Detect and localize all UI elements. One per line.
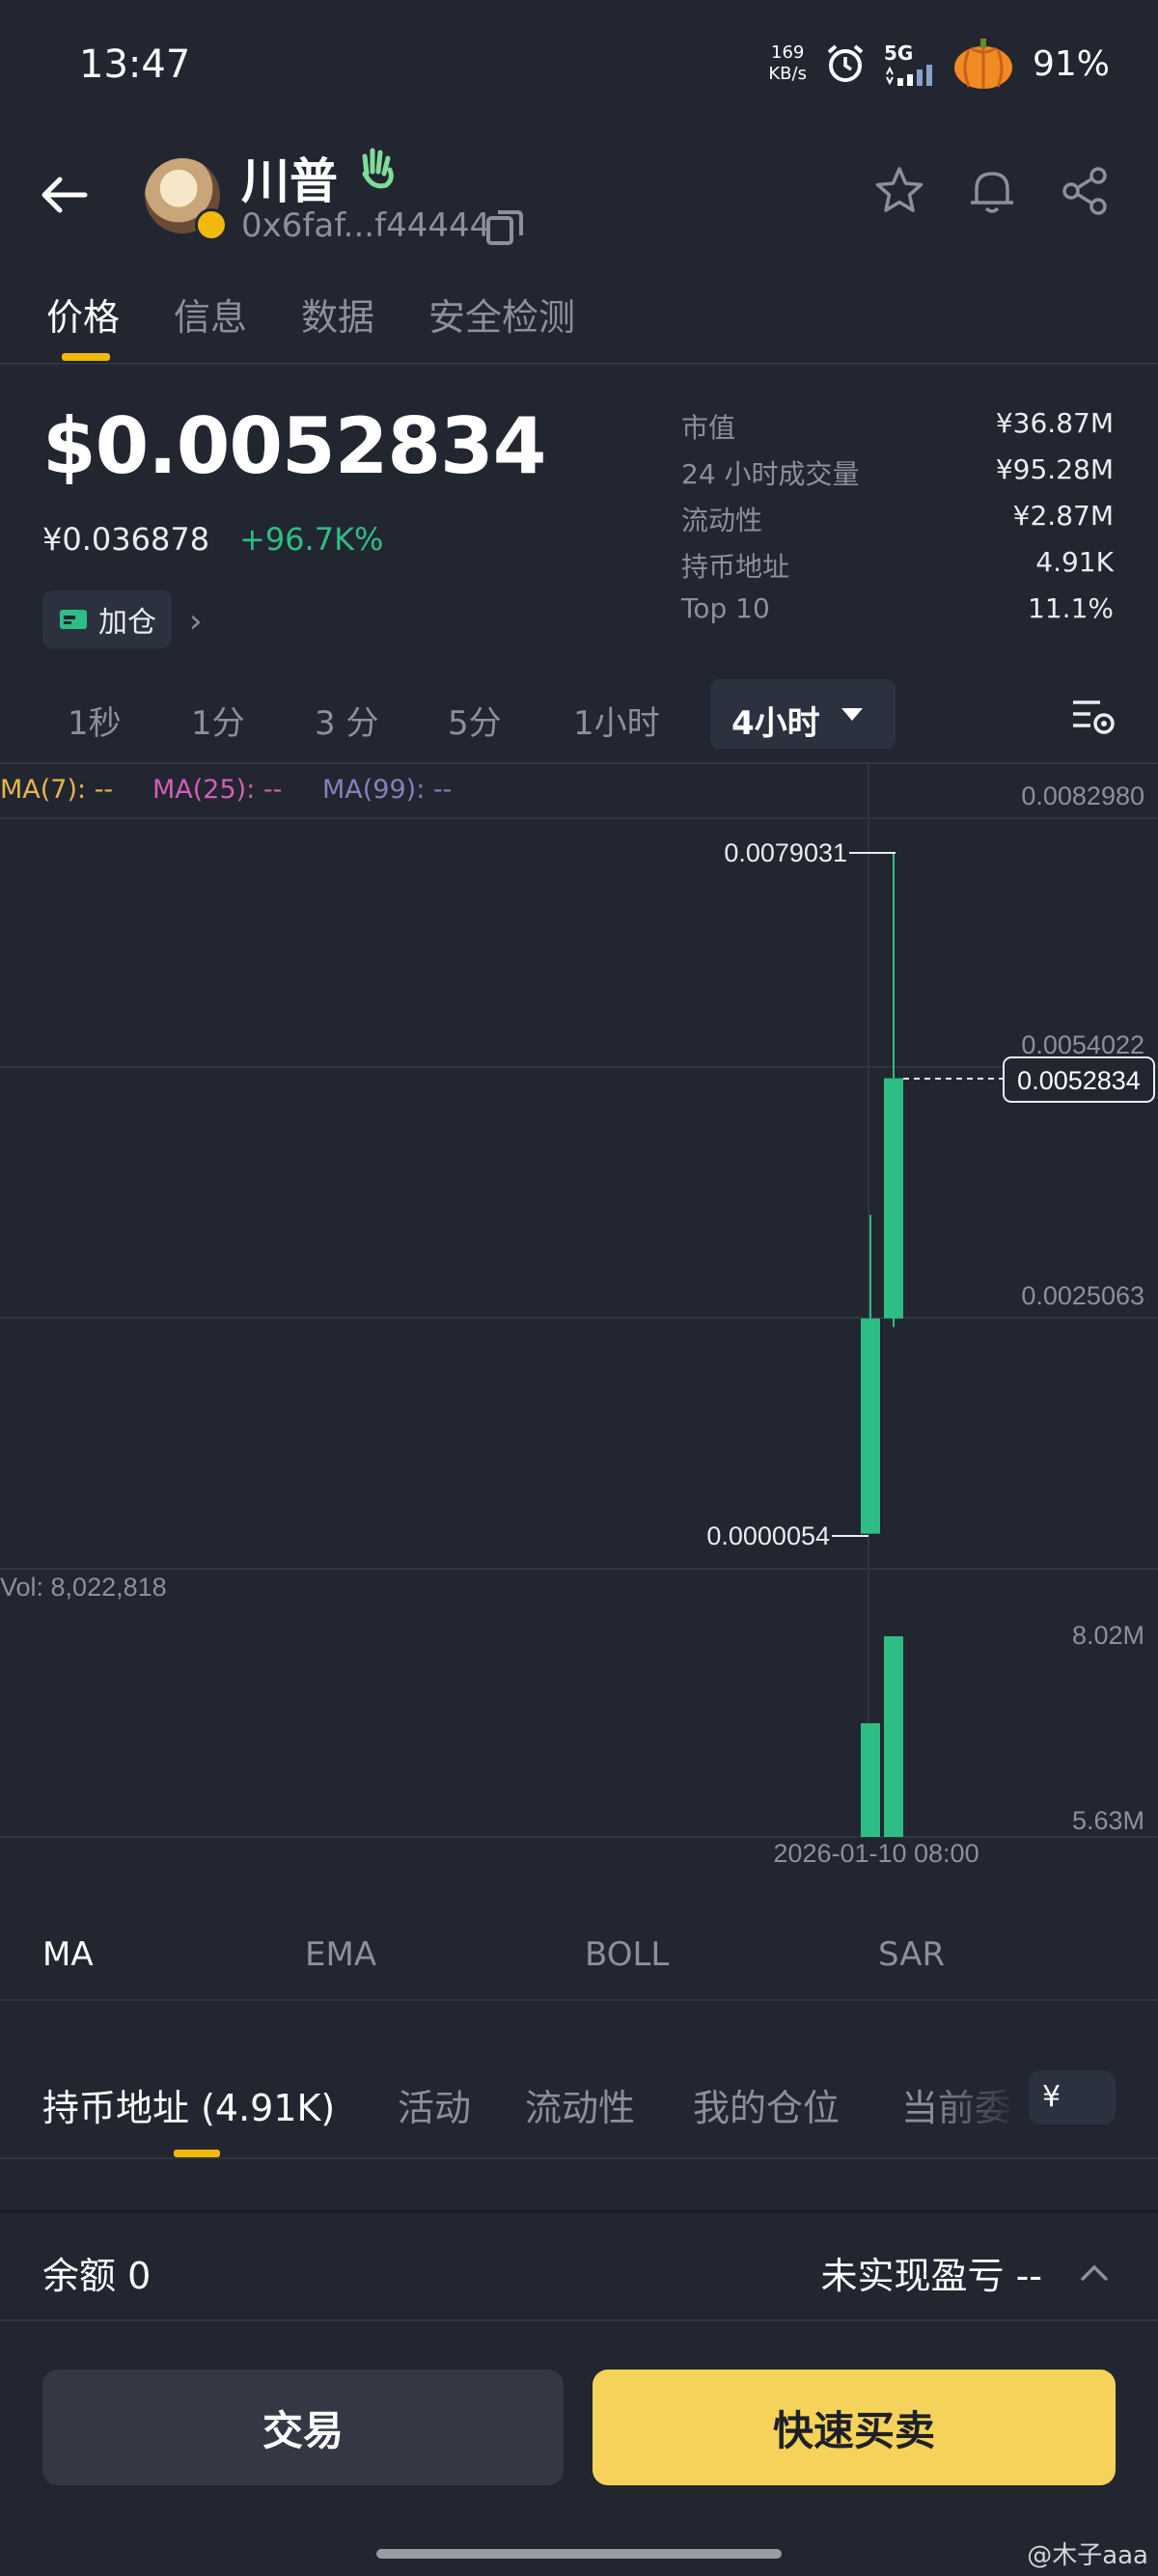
interval-1s[interactable]: 1秒: [68, 697, 122, 744]
price-cny: ¥0.036878: [42, 521, 210, 558]
alarm-icon: [827, 44, 864, 82]
y-tick-2: 0.0054022: [1021, 1030, 1144, 1059]
unrealized-pnl: 未实现盈亏 --: [820, 2255, 1042, 2297]
tab-price[interactable]: 价格: [46, 288, 120, 341]
candle-body-2: [884, 1078, 903, 1319]
holder-tab-active-indicator: [174, 2150, 220, 2157]
price-usd: $0.0052834: [42, 401, 546, 491]
tabs-divider: [0, 363, 1158, 365]
speed-value: 169: [771, 42, 805, 63]
pumpkin-battery-icon: [953, 39, 1012, 89]
stat-value-top10: 11.1%: [1028, 592, 1114, 624]
tab-activity[interactable]: 活动: [398, 2078, 471, 2131]
stat-label-top10: Top 10: [681, 592, 770, 624]
battery-percent: 91%: [1032, 43, 1110, 84]
copy-icon[interactable]: [484, 206, 525, 247]
chain-badge-icon: [195, 208, 228, 241]
balance: 余额 0: [42, 2255, 152, 2297]
signal-icon: [886, 65, 932, 86]
indicator-divider: [0, 1999, 1158, 2001]
indicator-ema[interactable]: EMA: [305, 1935, 376, 1974]
indicator-boll[interactable]: BOLL: [585, 1935, 669, 1974]
home-indicator[interactable]: [376, 2549, 782, 2559]
add-position-button[interactable]: 加仓: [42, 590, 172, 648]
balance-divider: [0, 2319, 1158, 2321]
caret-down-icon: [841, 708, 863, 721]
tab-my-position[interactable]: 我的仓位: [693, 2078, 840, 2131]
x-axis-label: 2026-01-10 08:00: [773, 1839, 979, 1868]
stat-label-market-cap: 市值: [681, 412, 736, 444]
stat-label-holders: 持币地址: [681, 551, 790, 583]
high-label: 0.0079031: [724, 838, 847, 867]
volume-bar-1: [861, 1723, 880, 1837]
network-indicator: 5G: [884, 41, 934, 86]
volume-tick-2: 5.63M: [1072, 1806, 1144, 1835]
indicator-sar[interactable]: SAR: [878, 1935, 945, 1974]
price-change: +96.7K%: [239, 521, 384, 558]
stat-value-market-cap: ¥36.87M: [995, 407, 1114, 439]
interval-1m[interactable]: 1分: [191, 697, 245, 744]
status-time: 13:47: [79, 42, 191, 87]
candlestick-chart[interactable]: 0.0082980 0.0054022 0.0025063 0.0079031 …: [0, 764, 1158, 1872]
wallet-icon: [60, 610, 87, 629]
tab-info[interactable]: 信息: [174, 288, 247, 341]
candle-body-1: [861, 1318, 880, 1534]
tab-liquidity[interactable]: 流动性: [525, 2078, 635, 2131]
network-speed: 169 KB/s: [768, 42, 807, 85]
token-name: 川普: [241, 153, 338, 209]
tab-data[interactable]: 数据: [301, 288, 374, 341]
interval-5m[interactable]: 5分: [448, 697, 502, 744]
stat-label-liquidity: 流动性: [681, 505, 763, 536]
tab-holders[interactable]: 持币地址 (4.91K): [42, 2078, 335, 2131]
quick-trade-button[interactable]: 快速买卖: [593, 2370, 1116, 2485]
tab-active-indicator: [62, 353, 110, 361]
bell-icon[interactable]: [965, 164, 1019, 218]
tab-security[interactable]: 安全检测: [428, 288, 575, 341]
volume-tick-1: 8.02M: [1072, 1621, 1144, 1650]
stat-label-volume: 24 小时成交量: [681, 458, 860, 490]
watermark: @木子aaa: [1027, 2541, 1148, 2570]
chevron-up-icon[interactable]: [1075, 2254, 1114, 2292]
indicator-ma[interactable]: MA: [42, 1935, 94, 1974]
speed-unit: KB/s: [768, 64, 807, 84]
stat-value-volume: ¥95.28M: [995, 453, 1114, 485]
network-label: 5G: [883, 41, 914, 65]
y-tick-1: 0.0082980: [1021, 781, 1144, 810]
hand-emoji-icon: [362, 148, 394, 189]
star-icon[interactable]: [872, 164, 926, 218]
trade-button[interactable]: 交易: [42, 2370, 564, 2485]
back-arrow-icon[interactable]: [37, 172, 91, 218]
stat-value-holders: 4.91K: [1035, 546, 1114, 578]
interval-4h-label: 4小时: [731, 704, 820, 743]
holder-tabs-divider: [0, 2157, 1158, 2159]
currency-toggle[interactable]: ¥: [1029, 2070, 1116, 2124]
status-bar-right: 169 KB/s 5G 91%: [768, 37, 1110, 91]
token-address: 0x6faf...f44444: [241, 206, 491, 245]
current-price-label: 0.0052834: [1017, 1066, 1141, 1095]
share-icon[interactable]: [1058, 164, 1112, 218]
interval-3m[interactable]: 3 分: [315, 697, 378, 744]
add-position-label: 加仓: [98, 606, 156, 640]
y-tick-3: 0.0025063: [1021, 1281, 1144, 1310]
chevron-right-icon[interactable]: ›: [189, 602, 203, 641]
tabs-fade: [926, 2065, 1023, 2142]
section-divider: [0, 2209, 1158, 2213]
low-label: 0.0000054: [706, 1521, 830, 1550]
chart-settings-icon[interactable]: [1071, 695, 1116, 739]
interval-1h[interactable]: 1小时: [573, 697, 660, 744]
volume-bar-2: [884, 1636, 903, 1837]
stat-value-liquidity: ¥2.87M: [1012, 500, 1114, 532]
volume-label: Vol: 8,022,818: [0, 1573, 167, 1602]
